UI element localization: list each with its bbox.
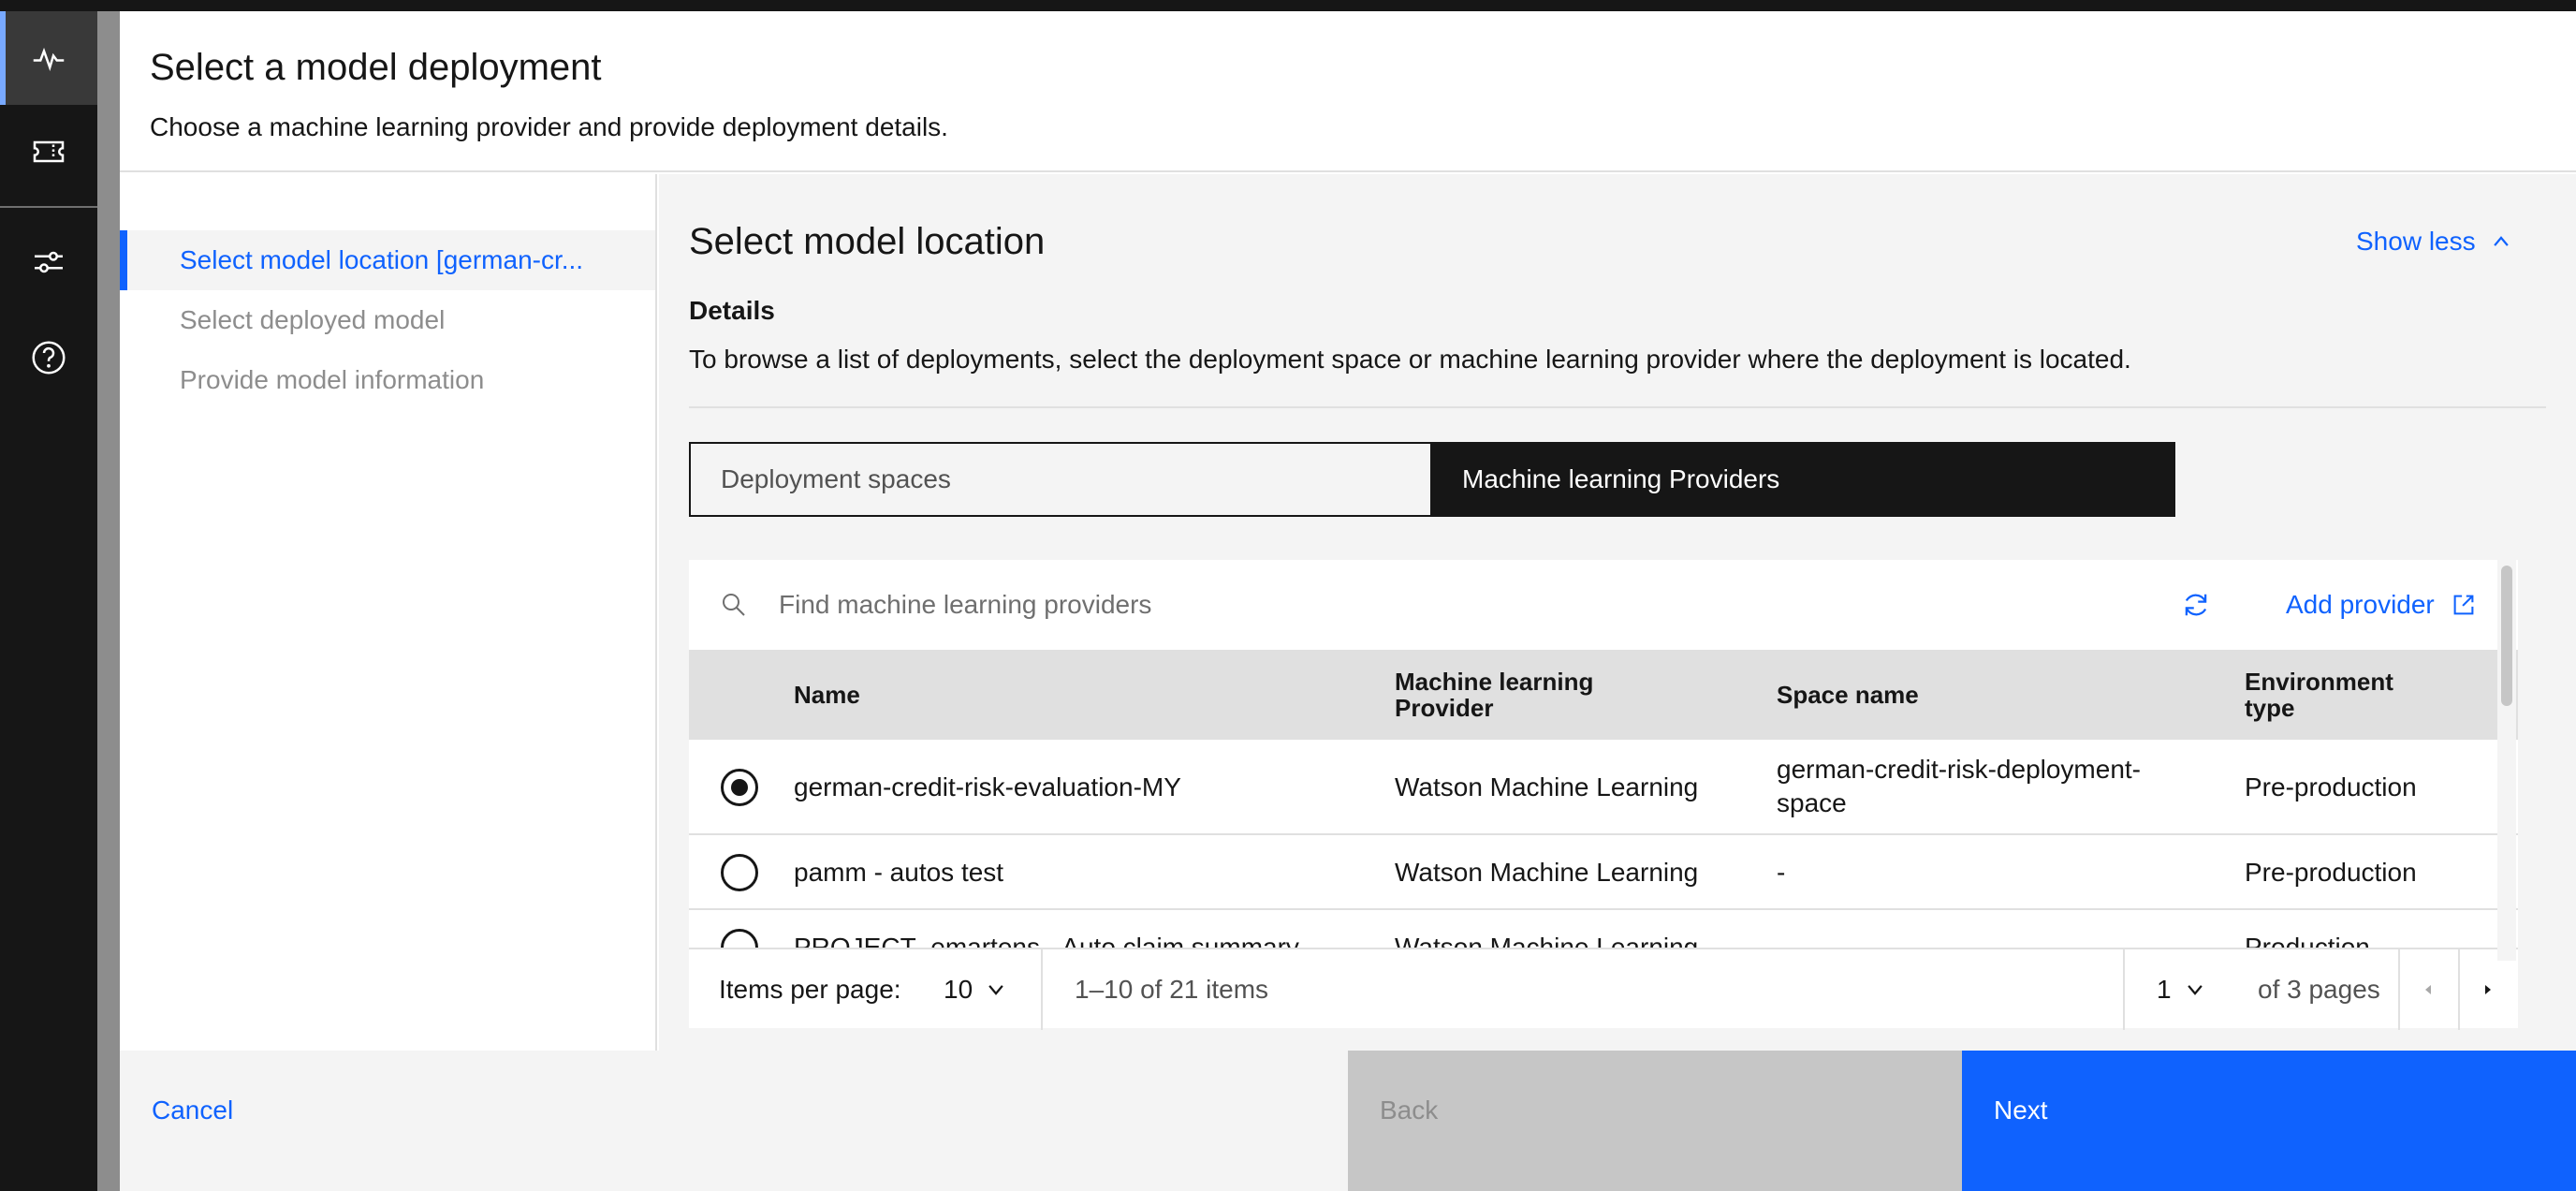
rail-item-activity[interactable]	[0, 11, 97, 105]
rail-item-help[interactable]	[0, 311, 97, 404]
table-toolbar: Add provider	[689, 560, 2518, 650]
provider-search-input[interactable]	[779, 577, 1715, 633]
col-header-provider-line2: Provider	[1395, 694, 1494, 722]
row-space-name: german-credit-risk-deployment- space	[1777, 753, 2141, 820]
sliders-icon	[35, 251, 63, 273]
modal-subtitle: Choose a machine learning provider and p…	[150, 112, 948, 141]
col-header-environment-type[interactable]: Environment type	[2245, 669, 2393, 721]
pager-divider	[2123, 949, 2125, 1030]
add-provider-label: Add provider	[2286, 590, 2435, 619]
row-name: PROJECT_emartens - Auto claim summary	[794, 933, 1299, 948]
items-range: 1–10 of 21 items	[1075, 975, 1269, 1004]
modal-header: Select a model deployment Choose a machi…	[120, 11, 2576, 172]
page-select[interactable]: 1	[2157, 949, 2205, 1030]
next-page-button[interactable]	[2460, 949, 2516, 1030]
caret-right-icon	[2485, 985, 2491, 994]
next-label: Next	[1994, 1095, 2048, 1125]
row-provider: Watson Machine Learning	[1395, 858, 1699, 887]
next-button[interactable]: Next	[1962, 1051, 2576, 1191]
side-rail	[0, 0, 97, 1191]
of-pages: of 3 pages	[2258, 975, 2380, 1004]
row-environment: Pre-production	[2245, 858, 2417, 887]
top-bar	[0, 0, 2576, 11]
add-provider-link[interactable]: Add provider	[2286, 590, 2478, 620]
col-header-provider[interactable]: Machine learning Provider	[1395, 669, 1593, 721]
step-navigation: Select model location [german-cr... Sele…	[120, 174, 657, 1060]
items-per-page-select[interactable]: 10	[944, 949, 1006, 1030]
table-row[interactable]: german-credit-risk-evaluation-MY Watson …	[689, 740, 2518, 835]
chevron-down-icon	[988, 985, 1003, 995]
prev-page-button[interactable]	[2400, 949, 2456, 1030]
caret-left-icon	[2425, 985, 2431, 994]
table-header: Name Machine learning Provider Space nam…	[689, 650, 2518, 740]
modal-footer: Cancel Back Next	[120, 1051, 2576, 1191]
search-icon	[723, 594, 745, 616]
refresh-icon[interactable]	[2179, 588, 2213, 622]
help-icon	[32, 341, 66, 375]
col-header-env-line2: type	[2245, 694, 2295, 722]
back-button[interactable]: Back	[1348, 1051, 1962, 1191]
cancel-button[interactable]: Cancel	[120, 1051, 1348, 1191]
row-space-name-line1: german-credit-risk-deployment-	[1777, 755, 2142, 784]
step-select-model-location[interactable]: Select model location [german-cr...	[120, 230, 655, 290]
row-radio[interactable]	[721, 769, 758, 806]
col-header-env-line1: Environment	[2245, 668, 2393, 696]
row-name: german-credit-risk-evaluation-MY	[794, 772, 1181, 801]
panel-title: Select model location	[689, 221, 1046, 262]
table-scrollbar[interactable]	[2497, 560, 2516, 961]
switch-deployment-spaces[interactable]: Deployment spaces	[689, 442, 1432, 517]
items-per-page-value: 10	[944, 975, 973, 1004]
step-select-deployed-model[interactable]: Select deployed model	[120, 290, 655, 350]
launch-icon	[2453, 595, 2474, 615]
model-deployment-modal: Select a model deployment Choose a machi…	[120, 11, 2576, 1191]
cancel-label: Cancel	[152, 1095, 234, 1125]
row-space-name-line2: space	[1777, 788, 1847, 817]
chevron-down-icon	[2187, 985, 2203, 995]
pager-divider	[1041, 949, 1043, 1030]
col-header-provider-line1: Machine learning	[1395, 668, 1594, 696]
pagination: Items per page: 10 1–10 of 21 items 1 of…	[689, 948, 2518, 1030]
row-radio[interactable]	[721, 929, 758, 948]
row-space-name: -	[1777, 858, 1786, 887]
row-name: pamm - autos test	[794, 858, 1004, 887]
table-row[interactable]: pamm - autos test Watson Machine Learnin…	[689, 835, 2518, 910]
ticket-icon	[33, 140, 65, 163]
col-header-space-name[interactable]: Space name	[1777, 682, 1919, 708]
row-radio[interactable]	[721, 854, 758, 891]
activity-icon	[33, 47, 65, 72]
backdrop-strip	[97, 11, 120, 1191]
details-text: To browse a list of deployments, select …	[689, 345, 2131, 374]
row-environment: Pre-production	[2245, 772, 2417, 801]
switch-ml-providers[interactable]: Machine learning Providers	[1432, 442, 2175, 517]
chevron-up-icon	[2493, 236, 2509, 246]
rail-divider	[0, 206, 97, 208]
show-less-label: Show less	[2356, 227, 2476, 256]
details-heading: Details	[689, 296, 775, 325]
row-provider: Watson Machine Learning	[1395, 772, 1699, 801]
table-body: german-credit-risk-evaluation-MY Watson …	[689, 740, 2518, 948]
row-environment: Production	[2245, 933, 2370, 948]
modal-title: Select a model deployment	[150, 47, 602, 88]
rail-item-settings[interactable]	[0, 215, 97, 309]
rail-item-ticket[interactable]	[0, 105, 97, 198]
providers-table: Add provider Name Machine learning Provi…	[689, 560, 2518, 1030]
row-space-name: -	[1777, 933, 1786, 948]
table-row[interactable]: PROJECT_emartens - Auto claim summary Wa…	[689, 910, 2518, 948]
step-provide-model-information[interactable]: Provide model information	[120, 350, 655, 410]
scrollbar-thumb[interactable]	[2501, 566, 2512, 706]
show-less-button[interactable]: Show less	[2356, 227, 2511, 257]
divider	[689, 406, 2546, 408]
col-header-name[interactable]: Name	[794, 682, 860, 708]
back-label: Back	[1380, 1095, 1439, 1125]
location-content-switcher: Deployment spaces Machine learning Provi…	[689, 442, 2175, 517]
page-value: 1	[2157, 975, 2172, 1004]
step-content-panel: Select model location Show less Details …	[659, 174, 2576, 1060]
items-per-page-label: Items per page:	[719, 975, 901, 1004]
row-provider: Watson Machine Learning	[1395, 933, 1699, 948]
